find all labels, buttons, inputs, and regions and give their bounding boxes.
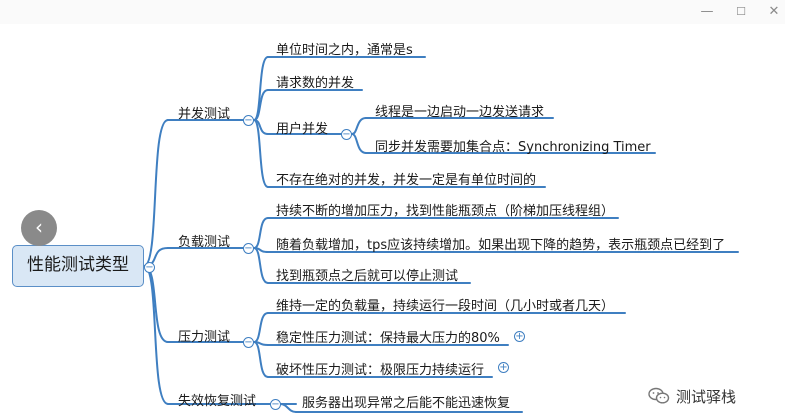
failover-collapse-toggle[interactable]: − — [270, 399, 281, 410]
watermark-text: 测试驿栈 — [676, 387, 737, 406]
connector-root-failover — [143, 265, 169, 405]
watermark: 测试驿栈 — [648, 383, 736, 409]
back-button[interactable]: ‹ — [21, 210, 57, 246]
branch-stress-test[interactable]: 压力测试 — [178, 326, 230, 345]
branch-concurrency-test[interactable]: 并发测试 — [178, 103, 230, 122]
wechat-icon — [648, 387, 670, 404]
topic-server-recovery[interactable]: 服务器出现异常之后能不能迅速恢复 — [302, 392, 510, 411]
destructive-expand-toggle[interactable]: + — [498, 362, 509, 373]
load-collapse-toggle[interactable]: − — [243, 243, 254, 254]
topic-unit-time[interactable]: 单位时间之内，通常是s — [276, 39, 413, 58]
branch-failover-test[interactable]: 失效恢复测试 — [178, 390, 256, 409]
mindmap-root-node[interactable]: 性能测试类型 — [12, 245, 144, 287]
topic-stability-stress[interactable]: 稳定性压力测试：保持最大压力的80% — [276, 327, 500, 346]
connector-root-concurrency — [143, 119, 169, 267]
topic-request-concurrency[interactable]: 请求数的并发 — [276, 72, 354, 91]
topic-destructive-stress[interactable]: 破坏性压力测试：极限压力持续运行 — [276, 359, 484, 378]
stability-expand-toggle[interactable]: + — [514, 331, 525, 342]
topic-thread-start-send[interactable]: 线程是一边启动一边发送请求 — [375, 101, 544, 120]
topic-maintain-load[interactable]: 维持一定的负载量，持续运行一段时间（几小时或者几天） — [276, 295, 614, 314]
chevron-left-icon: ‹ — [35, 215, 43, 239]
topic-user-concurrency[interactable]: 用户并发 — [276, 118, 328, 137]
concurrency-collapse-toggle[interactable]: − — [243, 115, 254, 126]
topic-increase-pressure[interactable]: 持续不断的增加压力，找到性能瓶颈点（阶梯加压线程组） — [276, 200, 614, 219]
user-concurrency-collapse-toggle[interactable]: − — [341, 129, 352, 140]
topic-no-absolute-concurrency[interactable]: 不存在绝对的并发，并发一定是有单位时间的 — [276, 169, 536, 188]
topic-tps-increase[interactable]: 随着负载增加，tps应该持续增加。如果出现下降的趋势，表示瓶颈点已经到了 — [276, 234, 725, 253]
topic-synchronizing-timer[interactable]: 同步并发需要加集合点：Synchronizing Timer — [375, 136, 651, 155]
stress-collapse-toggle[interactable]: − — [243, 337, 254, 348]
branch-load-test[interactable]: 负载测试 — [178, 231, 230, 250]
root-collapse-toggle[interactable]: − — [144, 262, 155, 273]
topic-stop-test[interactable]: 找到瓶颈点之后就可以停止测试 — [276, 265, 458, 284]
